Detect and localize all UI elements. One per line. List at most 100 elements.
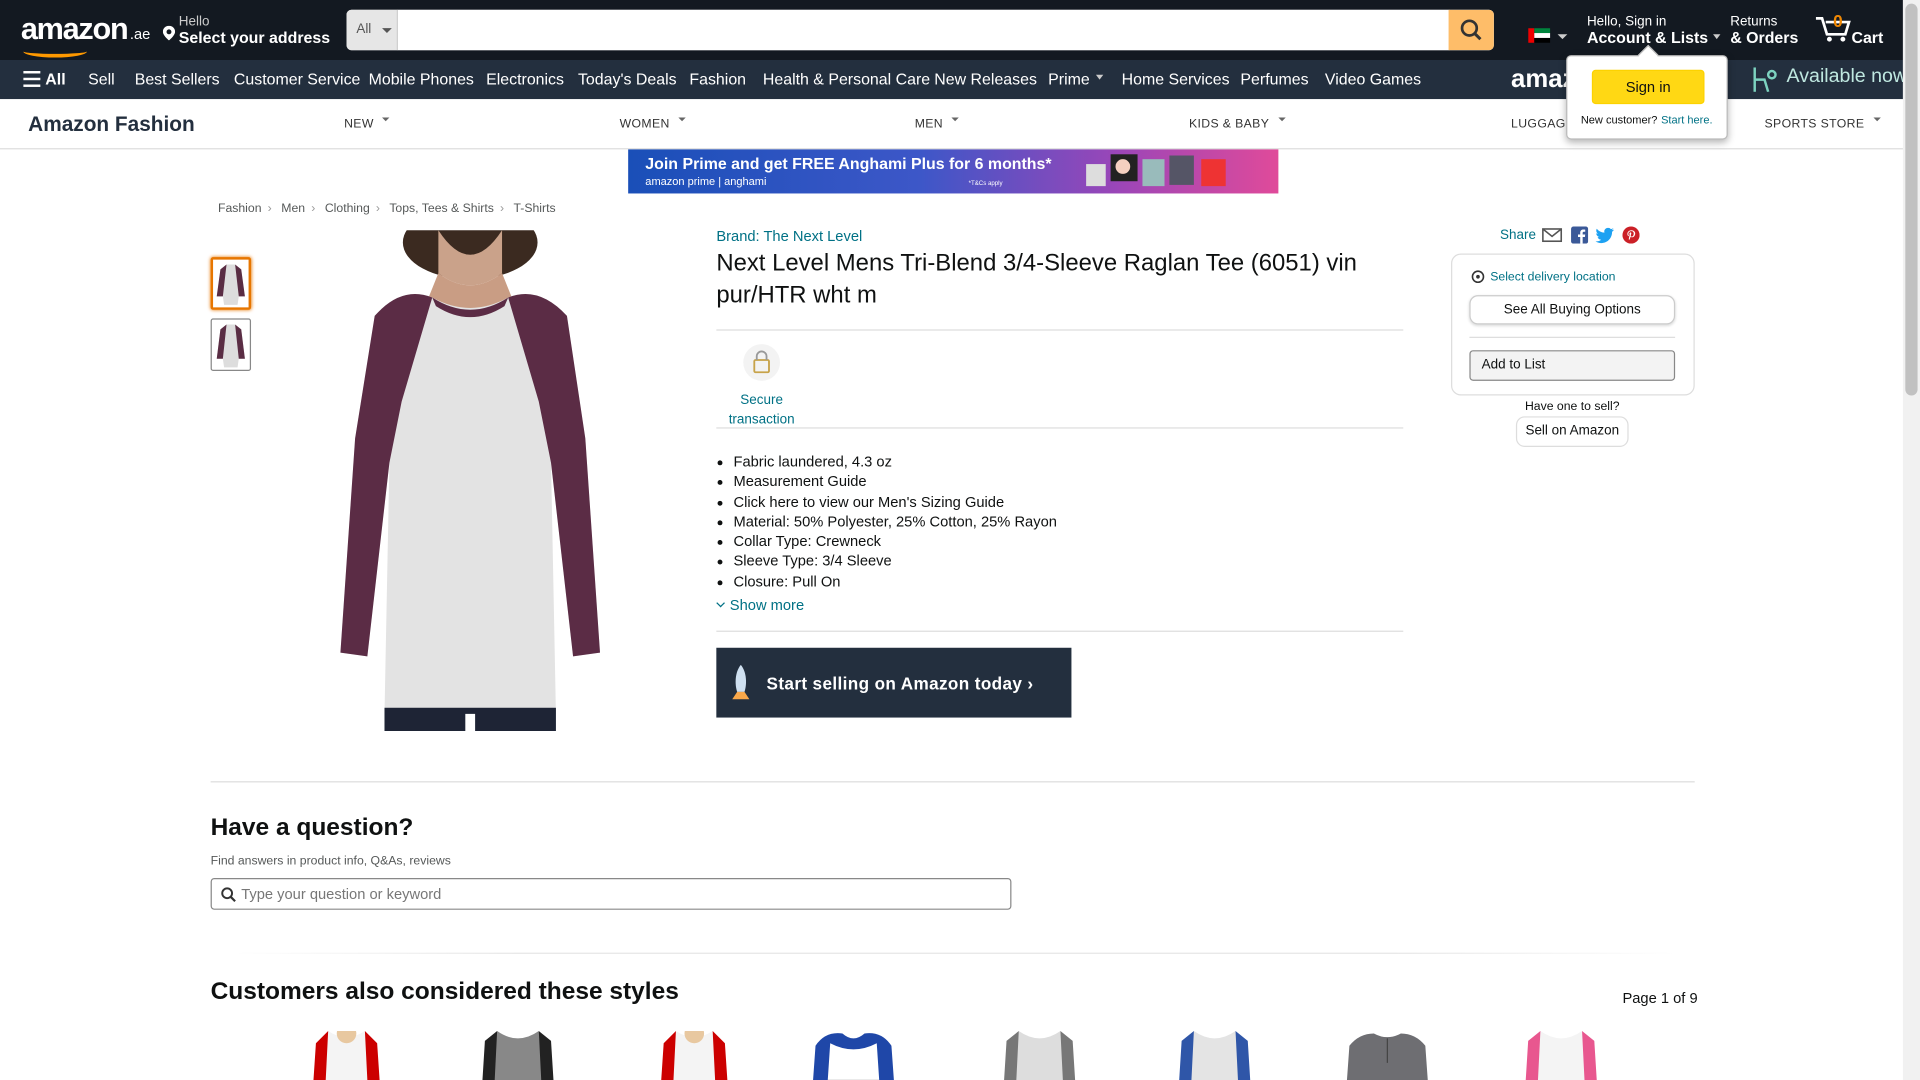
dropdown-arrow-icon — [678, 117, 686, 125]
start-selling-banner[interactable]: Start selling on Amazon today › — [716, 647, 1072, 718]
fashion-nav-luggage[interactable]: LUGGAGE — [1511, 118, 1574, 131]
product-main-image[interactable] — [328, 230, 607, 732]
deliver-to[interactable]: Hello Select your address — [162, 15, 330, 46]
fashion-nav-sports[interactable]: SPORTS STORE — [1764, 117, 1881, 132]
carousel-product-image[interactable] — [994, 1031, 1085, 1080]
sell-on-amazon-button[interactable]: Sell on Amazon — [1515, 416, 1629, 447]
fashion-nav-sports-label: SPORTS STORE — [1764, 117, 1865, 132]
carousel-product-image[interactable] — [1169, 1031, 1260, 1080]
nav-item-prime[interactable]: Prime — [1048, 70, 1104, 88]
logo-tld: .ae — [129, 25, 151, 43]
cart-button[interactable]: 0 Cart — [1812, 11, 1885, 49]
logo-text: amazon — [20, 12, 129, 47]
uae-flag-icon — [1528, 28, 1551, 43]
carousel-product-image[interactable] — [301, 1031, 392, 1080]
signin-button[interactable]: Sign in — [1591, 69, 1705, 105]
hamburger-icon — [23, 71, 41, 87]
share-label[interactable]: Share — [1500, 228, 1536, 243]
fashion-nav-new[interactable]: NEW — [344, 117, 390, 132]
feature-bullet: Click here to view our Men's Sizing Guid… — [717, 492, 1056, 512]
nav-item-customer-service[interactable]: Customer Service — [234, 70, 361, 88]
nav-item-home-services[interactable]: Home Services — [1122, 70, 1230, 88]
dropdown-arrow-icon — [1872, 117, 1881, 125]
feature-bullet: Measurement Guide — [717, 472, 1056, 492]
product-thumbnail-2[interactable] — [210, 318, 252, 372]
carousel-product-image[interactable] — [808, 1031, 899, 1080]
nav-item-health[interactable]: Health & Personal Care — [763, 70, 930, 88]
add-to-list-button[interactable]: Add to List — [1469, 350, 1676, 381]
nav-item-perfumes[interactable]: Perfumes — [1240, 70, 1308, 88]
fashion-nav-women[interactable]: WOMEN — [620, 117, 686, 131]
prime-anghami-banner[interactable]: Join Prime and get FREE Anghami Plus for… — [628, 149, 1279, 194]
see-all-buying-options-button[interactable]: See All Buying Options — [1469, 295, 1676, 325]
rocket-icon — [732, 664, 750, 700]
search-input[interactable] — [397, 9, 1450, 51]
nav-item-sell[interactable]: Sell — [88, 70, 115, 88]
language-flag[interactable] — [1528, 27, 1568, 43]
start-here-link[interactable]: Start here. — [1661, 114, 1712, 126]
divider — [1469, 336, 1676, 338]
scrollbar-track[interactable] — [1902, 0, 1920, 1080]
search-icon — [221, 887, 236, 903]
breadcrumb-tshirts[interactable]: T-Shirts — [513, 202, 555, 215]
twitter-icon[interactable] — [1595, 227, 1614, 244]
nav-item-new-releases[interactable]: New Releases — [934, 70, 1037, 88]
product-thumbnail-1[interactable] — [210, 257, 252, 310]
feature-bullet: Sleeve Type: 3/4 Sleeve — [717, 552, 1056, 572]
section-divider — [232, 952, 1678, 954]
secure-transaction-label[interactable]: Secure transaction — [725, 391, 798, 430]
pinterest-icon[interactable] — [1622, 226, 1640, 244]
promo-icon — [1753, 67, 1777, 92]
show-more-link[interactable]: Show more — [715, 596, 804, 613]
cart-count: 0 — [1833, 11, 1843, 31]
nav-item-best-sellers[interactable]: Best Sellers — [135, 70, 220, 88]
amazon-logo[interactable]: amazon .ae — [20, 12, 151, 58]
nav-item-fashion[interactable]: Fashion — [689, 70, 746, 88]
breadcrumb-separator-icon: › — [500, 202, 505, 216]
brand-link[interactable]: Brand: The Next Level — [716, 228, 862, 245]
nav-item-todays-deals[interactable]: Today's Deals — [578, 70, 677, 88]
account-menu[interactable]: Hello, Sign in Account & Lists — [1587, 15, 1720, 46]
search-icon — [1460, 19, 1482, 41]
promo-text[interactable]: Available now — [1787, 66, 1908, 88]
breadcrumb-clothing[interactable]: Clothing — [325, 202, 370, 215]
carousel-product-image[interactable] — [473, 1031, 564, 1080]
fashion-store-title[interactable]: Amazon Fashion — [28, 113, 195, 137]
returns-orders[interactable]: Returns & Orders — [1730, 15, 1798, 46]
start-selling-text: Start selling on Amazon today › — [766, 673, 1034, 694]
select-delivery-location-link[interactable]: Select delivery location — [1490, 271, 1615, 284]
email-icon[interactable] — [1542, 227, 1563, 244]
search-category-label: All — [356, 22, 372, 37]
banner-terms: *T&Cs apply — [968, 180, 1003, 188]
fashion-nav-new-label: NEW — [344, 117, 374, 132]
carousel-product-image[interactable] — [1516, 1031, 1607, 1080]
scrollbar-thumb[interactable] — [1905, 3, 1918, 396]
nav-item-electronics[interactable]: Electronics — [486, 70, 564, 88]
banner-brands: amazon prime | anghami — [645, 175, 767, 188]
nav-item-mobile-phones[interactable]: Mobile Phones — [369, 70, 474, 88]
feature-bullet: Fabric laundered, 4.3 oz — [717, 452, 1056, 472]
banner-headline: Join Prime and get FREE Anghami Plus for… — [645, 154, 1052, 173]
breadcrumb-tops[interactable]: Tops, Tees & Shirts — [389, 202, 494, 215]
breadcrumb-separator-icon: › — [375, 202, 380, 216]
feature-bullet: Material: 50% Polyester, 25% Cotton, 25%… — [717, 512, 1057, 531]
question-search-input[interactable]: Type your question or keyword — [210, 877, 1012, 910]
carousel-product-image[interactable] — [1342, 1031, 1433, 1080]
carousel-product-image[interactable] — [649, 1031, 740, 1080]
secure-transaction-badge[interactable] — [743, 344, 781, 381]
question-input-placeholder: Type your question or keyword — [241, 885, 442, 903]
search-category-select[interactable]: All — [346, 9, 398, 51]
fashion-nav-men[interactable]: MEN — [915, 117, 959, 131]
all-menu-button[interactable]: All — [45, 70, 65, 88]
logo-smile-icon — [23, 45, 87, 58]
dropdown-arrow-icon — [1277, 117, 1286, 125]
nav-item-video-games[interactable]: Video Games — [1325, 70, 1421, 88]
fashion-nav-kids[interactable]: KIDS & BABY — [1189, 117, 1286, 131]
breadcrumb-fashion[interactable]: Fashion — [218, 202, 262, 215]
signin-popover: Sign in New customer? Start here. — [1566, 44, 1728, 140]
search-button[interactable] — [1448, 9, 1494, 51]
feature-bullet: Collar Type: Crewneck — [717, 532, 1056, 552]
shirt-thumbnail-icon — [216, 324, 245, 368]
breadcrumb-men[interactable]: Men — [281, 202, 305, 215]
facebook-icon[interactable] — [1571, 226, 1589, 244]
